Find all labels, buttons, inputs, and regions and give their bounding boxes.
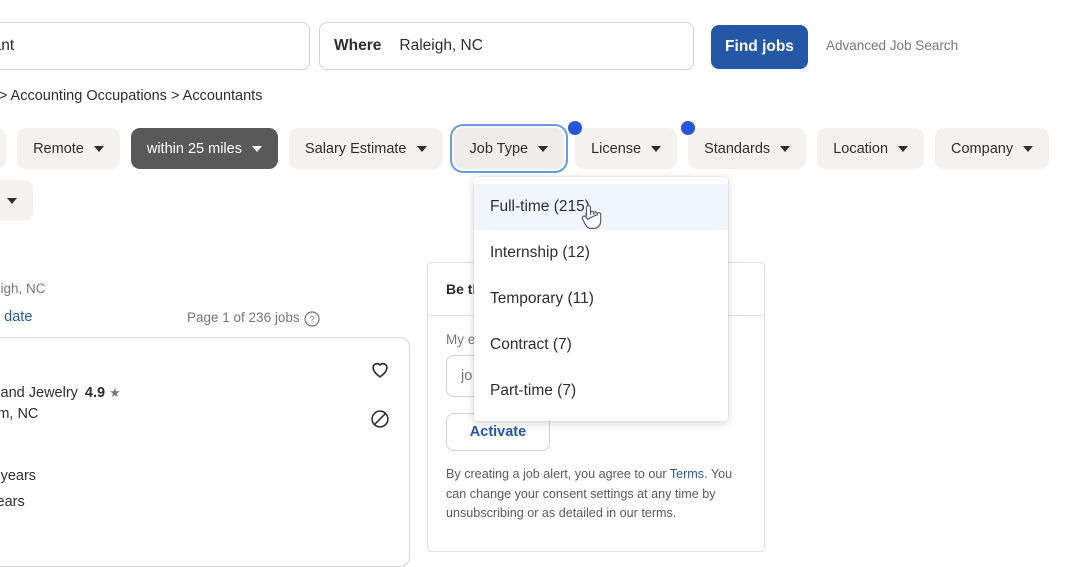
job-company-row: l Pawn and Jewelry 4.9 ★ [0, 385, 389, 401]
notification-dot-icon [681, 121, 696, 135]
sort-by-date-link[interactable]: date [4, 309, 32, 325]
filter-chip-label: License [591, 140, 642, 157]
dropdown-item[interactable]: Part-time (7) [474, 368, 728, 414]
filter-chip-within-25-miles[interactable]: within 25 miles [130, 128, 278, 169]
job-location: -Durham, NC [0, 406, 39, 422]
what-input-value[interactable]: ccountant [0, 37, 14, 55]
dropdown-item[interactable]: Internship (12) [474, 230, 728, 276]
chevron-down-icon [651, 145, 662, 152]
where-input-value[interactable]: Raleigh, NC [399, 37, 483, 55]
breadcrumb[interactable]: counting > Accounting Occupations > Acco… [0, 88, 262, 104]
chevron-down-icon [416, 145, 427, 152]
filter-chip-label: Company [951, 140, 1014, 157]
what-search-field[interactable]: ccountant [0, 22, 310, 70]
chevron-down-icon [6, 197, 17, 204]
filter-chip-salary-estimate[interactable]: Salary Estimate [288, 128, 443, 169]
filter-chip-level[interactable]: Level [0, 180, 33, 221]
requirement-item: ping: 4 years [0, 468, 37, 484]
page-count: Page 1 of 236 jobs [187, 310, 300, 325]
results-summary: jobs in Raleigh, NC [0, 281, 46, 296]
filter-chip-company[interactable]: Company [935, 128, 1050, 169]
dropdown-item[interactable]: Full-time (215) [474, 184, 728, 230]
terms-prefix: By creating a job alert, you agree to ou… [446, 467, 670, 482]
block-icon[interactable] [369, 408, 391, 430]
filter-chip-label: Location [833, 140, 889, 157]
requirement-item: ng: 4 years [0, 494, 25, 510]
chevron-down-icon [898, 145, 909, 152]
svg-text:?: ? [309, 315, 314, 325]
dropdown-item[interactable]: Contract (7) [474, 322, 728, 368]
notification-dot-icon [568, 121, 583, 135]
job-title[interactable]: ntant [0, 356, 389, 378]
filter-chip-label: Remote [33, 140, 84, 157]
dropdown-item-label: Internship (12) [490, 244, 590, 261]
sort-controls: elevance - date [0, 309, 32, 325]
dropdown-item-label: Part-time (7) [490, 382, 577, 399]
where-label: Where [334, 37, 382, 54]
requirements-heading: ments [0, 440, 389, 457]
filter-chip-location[interactable]: Location [817, 128, 925, 169]
filter-chip-license[interactable]: License [568, 121, 678, 169]
filter-chip-standards[interactable]: Standards [681, 121, 807, 169]
question-circle-icon[interactable]: ? [304, 311, 320, 327]
dropdown-item-label: Temporary (11) [490, 290, 594, 307]
job-type-dropdown-menu: Full-time (215) Internship (12) Temporary … [474, 177, 728, 421]
chevron-down-icon [251, 145, 262, 152]
filter-chip-label: Job Type [469, 140, 529, 157]
terms-link[interactable]: Terms [670, 467, 704, 481]
dropdown-item[interactable]: Temporary (11) [474, 276, 728, 322]
filter-chip-job-type[interactable]: Job Type [453, 128, 565, 169]
filter-chip-remote[interactable]: Remote [17, 128, 120, 169]
chevron-down-icon [1023, 145, 1034, 152]
find-jobs-button[interactable]: Find jobs [711, 25, 808, 69]
filter-chip-d[interactable]: d [0, 128, 7, 169]
dropdown-item-label: Full-time (215) [490, 198, 590, 215]
where-search-field[interactable]: Where Raleigh, NC [319, 22, 694, 70]
heart-icon[interactable] [369, 358, 391, 380]
star-icon: ★ [109, 385, 121, 400]
filter-chip-label: within 25 miles [146, 140, 242, 157]
chevron-down-icon [93, 145, 104, 152]
job-company-rating: 4.9 [84, 385, 106, 401]
dropdown-item-label: Contract (7) [490, 336, 572, 353]
chevron-down-icon [538, 145, 549, 152]
job-company-name[interactable]: l Pawn and Jewelry [0, 385, 78, 401]
chevron-down-icon [780, 145, 791, 152]
filter-chip-label: Salary Estimate [304, 140, 407, 157]
advanced-job-search-link[interactable]: Advanced Job Search [826, 38, 958, 53]
job-alert-terms: By creating a job alert, you agree to ou… [446, 465, 736, 524]
job-result-card[interactable]: ntant l Pawn and Jewelry 4.9 ★ -Durham, N… [0, 337, 410, 567]
filter-chip-label: Standards [704, 140, 771, 157]
sort-row: elevance - date Page 1 of 236 jobs ? [0, 309, 400, 331]
